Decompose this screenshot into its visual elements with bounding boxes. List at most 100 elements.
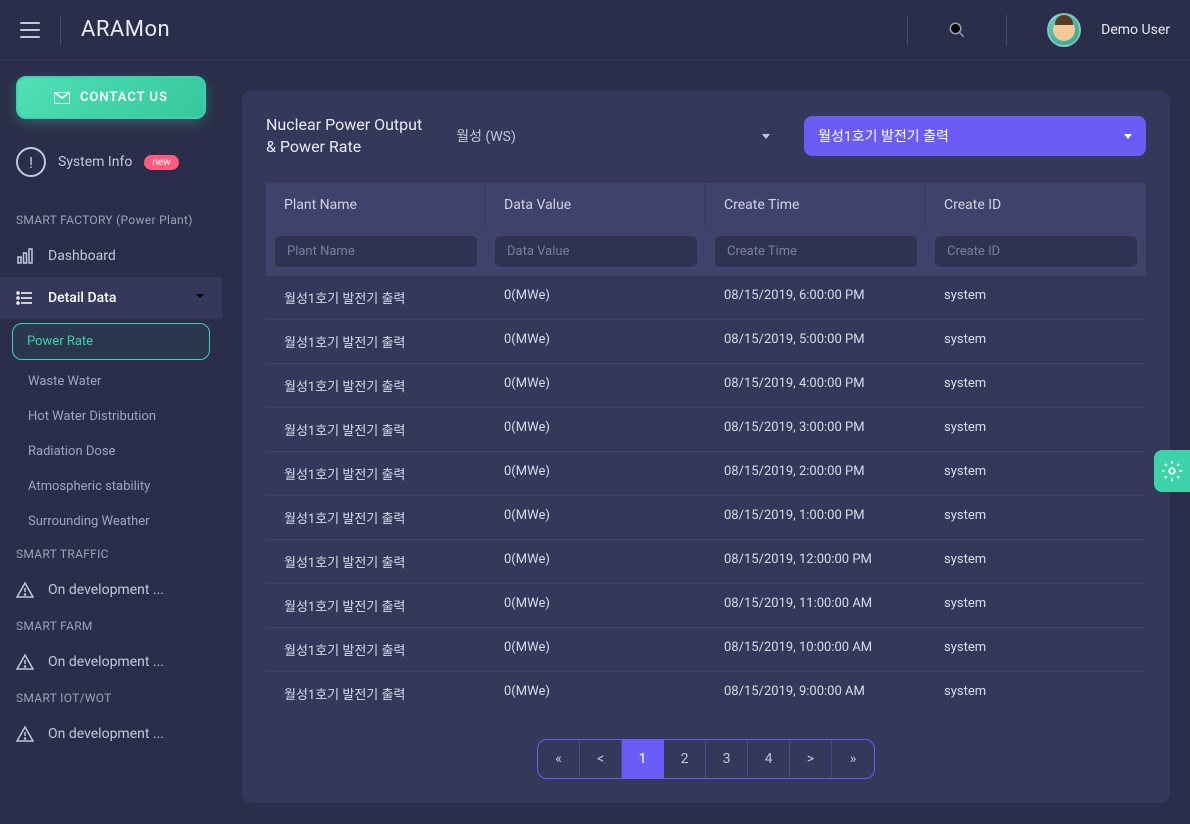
table-body: 월성1호기 발전기 출력0(MWe)08/15/2019, 6:00:00 PM… (266, 276, 1146, 715)
table-cell: 월성1호기 발전기 출력 (266, 496, 486, 539)
table-cell: 0(MWe) (486, 452, 706, 495)
sub-item-weather[interactable]: Surrounding Weather (0, 504, 222, 539)
settings-fab[interactable] (1154, 450, 1190, 492)
table-cell: system (926, 496, 1146, 539)
plant-site-select[interactable]: 월성 (WS) (442, 116, 784, 156)
table-cell: 08/15/2019, 12:00:00 PM (706, 540, 926, 583)
table-cell: 월성1호기 발전기 출력 (266, 320, 486, 363)
table-cell: 월성1호기 발전기 출력 (266, 672, 486, 715)
table-cell: 월성1호기 발전기 출력 (266, 540, 486, 583)
table-cell: 월성1호기 발전기 출력 (266, 364, 486, 407)
table-cell: 월성1호기 발전기 출력 (266, 408, 486, 451)
column-header[interactable]: Plant Name (266, 183, 486, 227)
envelope-icon (54, 92, 70, 104)
pagination-page-button[interactable]: 1 (622, 740, 664, 778)
divider (907, 15, 908, 45)
table-cell: system (926, 320, 1146, 363)
table-cell: 0(MWe) (486, 276, 706, 319)
panel-title-line2: & Power Rate (266, 136, 422, 158)
select-value: 월성1호기 발전기 출력 (818, 126, 949, 146)
section-header: SMART IOT/WOT (0, 683, 222, 713)
dashboard-icon (16, 247, 34, 265)
divider (1006, 15, 1007, 45)
sidebar-item-label: Detail Data (48, 290, 116, 306)
sub-item-atmospheric[interactable]: Atmospheric stability (0, 469, 222, 504)
table-cell: system (926, 408, 1146, 451)
pagination-prev-button[interactable]: < (580, 740, 622, 778)
column-header[interactable]: Create Time (706, 183, 926, 227)
sidebar-item-iot-dev[interactable]: On development ... (0, 713, 222, 755)
table-cell: system (926, 452, 1146, 495)
pagination: «<1234>» (266, 739, 1146, 779)
sidebar-item-label: Dashboard (48, 248, 116, 264)
divider (60, 15, 61, 45)
pagination-page-button[interactable]: 2 (664, 740, 706, 778)
column-header[interactable]: Create ID (926, 183, 1146, 227)
search-icon[interactable] (948, 21, 966, 39)
filter-create-id-input[interactable] (934, 235, 1138, 268)
info-icon: ! (16, 147, 46, 177)
table-row: 월성1호기 발전기 출력0(MWe)08/15/2019, 1:00:00 PM… (266, 496, 1146, 540)
pagination-next-button[interactable]: > (790, 740, 832, 778)
warning-icon (16, 581, 34, 599)
filter-data-value-input[interactable] (494, 235, 698, 268)
table-cell: 08/15/2019, 1:00:00 PM (706, 496, 926, 539)
table-cell: 월성1호기 발전기 출력 (266, 452, 486, 495)
table-cell: 08/15/2019, 11:00:00 AM (706, 584, 926, 627)
avatar[interactable] (1047, 13, 1081, 47)
sub-item-waste-water[interactable]: Waste Water (0, 364, 222, 399)
filter-plant-name-input[interactable] (274, 235, 478, 268)
table-cell: 0(MWe) (486, 540, 706, 583)
table-cell: system (926, 584, 1146, 627)
panel-title-line1: Nuclear Power Output (266, 114, 422, 136)
table-row: 월성1호기 발전기 출력0(MWe)08/15/2019, 6:00:00 PM… (266, 276, 1146, 320)
main-content: Nuclear Power Output & Power Rate 월성 (WS… (222, 60, 1190, 824)
table-row: 월성1호기 발전기 출력0(MWe)08/15/2019, 2:00:00 PM… (266, 452, 1146, 496)
app-title: ARAMon (81, 17, 170, 42)
section-header: SMART FACTORY (Power Plant) (0, 205, 222, 235)
sub-item-radiation[interactable]: Radiation Dose (0, 434, 222, 469)
pagination-page-button[interactable]: 4 (748, 740, 790, 778)
sidebar-item-farm-dev[interactable]: On development ... (0, 641, 222, 683)
table-cell: 08/15/2019, 6:00:00 PM (706, 276, 926, 319)
table-row: 월성1호기 발전기 출력0(MWe)08/15/2019, 10:00:00 A… (266, 628, 1146, 672)
pagination-first-button[interactable]: « (538, 740, 580, 778)
sub-item-hot-water[interactable]: Hot Water Distribution (0, 399, 222, 434)
section-header: SMART FARM (0, 611, 222, 641)
column-header[interactable]: Data Value (486, 183, 706, 227)
table-cell: 0(MWe) (486, 628, 706, 671)
filter-row (266, 227, 1146, 276)
filter-create-time-input[interactable] (714, 235, 918, 268)
table-cell: system (926, 364, 1146, 407)
pagination-page-button[interactable]: 3 (706, 740, 748, 778)
table-cell: 08/15/2019, 9:00:00 AM (706, 672, 926, 715)
table-cell: 월성1호기 발전기 출력 (266, 628, 486, 671)
data-panel: Nuclear Power Output & Power Rate 월성 (WS… (242, 90, 1170, 803)
badge-new: new (144, 155, 178, 170)
table-cell: 0(MWe) (486, 672, 706, 715)
sub-item-power-rate[interactable]: Power Rate (12, 323, 210, 360)
table-row: 월성1호기 발전기 출력0(MWe)08/15/2019, 3:00:00 PM… (266, 408, 1146, 452)
pagination-last-button[interactable]: » (832, 740, 874, 778)
menu-toggle-button[interactable] (20, 22, 40, 38)
caret-down-icon (762, 134, 770, 139)
table-cell: 08/15/2019, 3:00:00 PM (706, 408, 926, 451)
table-header-row: Plant Name Data Value Create Time Create… (266, 183, 1146, 227)
system-info-label: System Info (58, 154, 132, 170)
select-value: 월성 (WS) (456, 126, 516, 146)
table-cell: 0(MWe) (486, 584, 706, 627)
contact-us-button[interactable]: CONTACT US (16, 76, 206, 119)
system-info-button[interactable]: ! System Info new (0, 139, 222, 185)
sidebar-item-detail-data[interactable]: Detail Data (0, 277, 222, 319)
table-cell: 0(MWe) (486, 364, 706, 407)
table-cell: 0(MWe) (486, 408, 706, 451)
generator-select[interactable]: 월성1호기 발전기 출력 (804, 116, 1146, 156)
table-cell: 08/15/2019, 4:00:00 PM (706, 364, 926, 407)
sidebar-item-label: On development ... (48, 726, 164, 742)
sidebar-item-traffic-dev[interactable]: On development ... (0, 569, 222, 611)
table-cell: system (926, 540, 1146, 583)
table-row: 월성1호기 발전기 출력0(MWe)08/15/2019, 12:00:00 P… (266, 540, 1146, 584)
table-cell: 0(MWe) (486, 496, 706, 539)
sidebar-item-dashboard[interactable]: Dashboard (0, 235, 222, 277)
table-cell: 08/15/2019, 2:00:00 PM (706, 452, 926, 495)
